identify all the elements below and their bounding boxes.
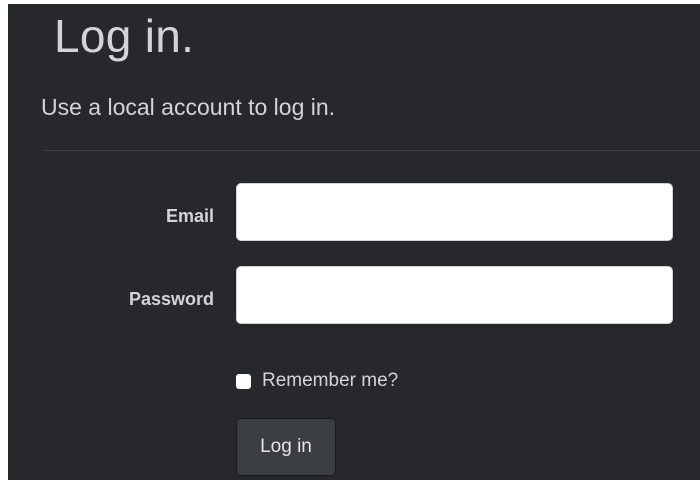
- password-label: Password: [128, 289, 214, 309]
- login-button[interactable]: Log in: [236, 418, 336, 476]
- remember-me-row[interactable]: Remember me?: [236, 369, 398, 393]
- page-title: Log in.: [54, 10, 195, 62]
- remember-me-label[interactable]: Remember me?: [262, 369, 398, 393]
- divider: [42, 150, 700, 151]
- email-input[interactable]: [236, 183, 673, 241]
- page-subtitle: Use a local account to log in.: [41, 94, 336, 120]
- email-label: Email: [165, 206, 214, 226]
- password-input[interactable]: [236, 266, 673, 324]
- login-panel: Log in. Use a local account to log in. E…: [8, 4, 700, 480]
- remember-me-checkbox[interactable]: [236, 373, 251, 389]
